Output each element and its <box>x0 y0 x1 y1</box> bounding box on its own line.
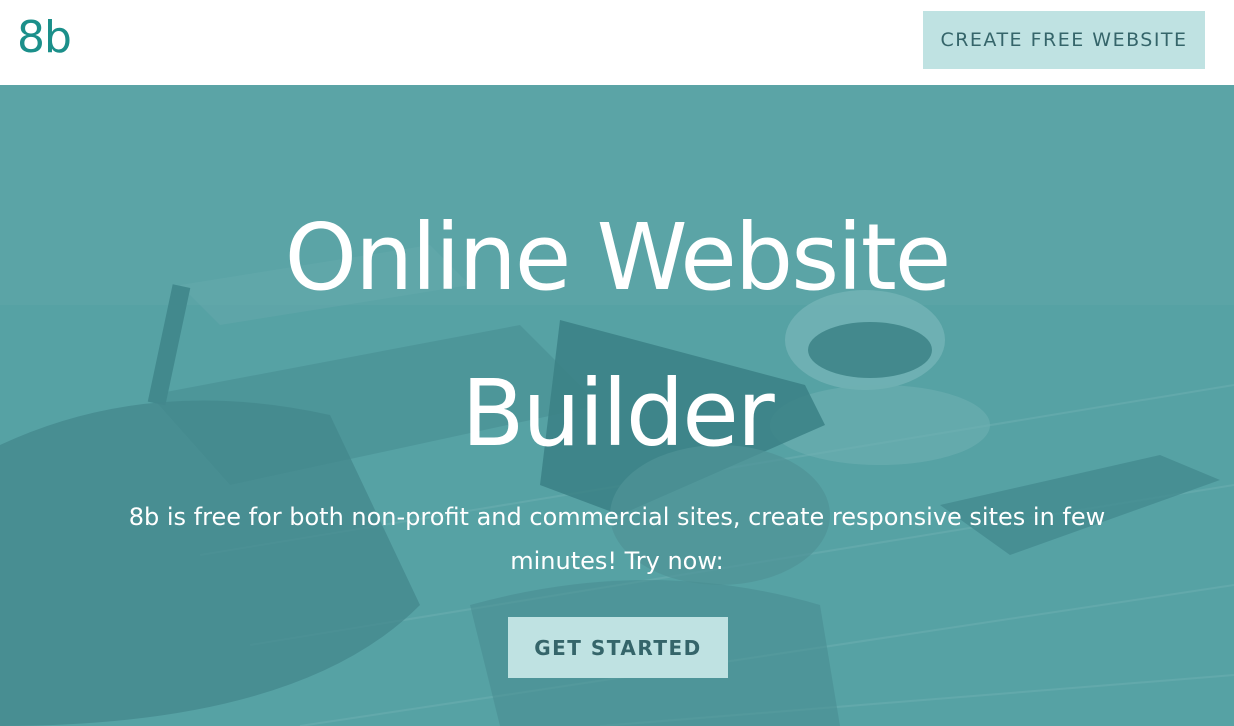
hero-section: Online Website Builder 8b is free for bo… <box>0 85 1234 726</box>
hero-subtitle: 8b is free for both non-profit and comme… <box>128 503 1106 575</box>
hero-title: Online Website Builder <box>0 180 1234 492</box>
hero-title-line-1: Online Website <box>284 204 952 311</box>
site-header: 8b CREATE FREE WEBSITE <box>0 0 1234 85</box>
logo[interactable]: 8b <box>17 12 72 64</box>
hero-title-line-2: Builder <box>461 360 774 467</box>
create-free-website-button[interactable]: CREATE FREE WEBSITE <box>923 11 1205 69</box>
get-started-button[interactable]: GET STARTED <box>508 617 728 678</box>
